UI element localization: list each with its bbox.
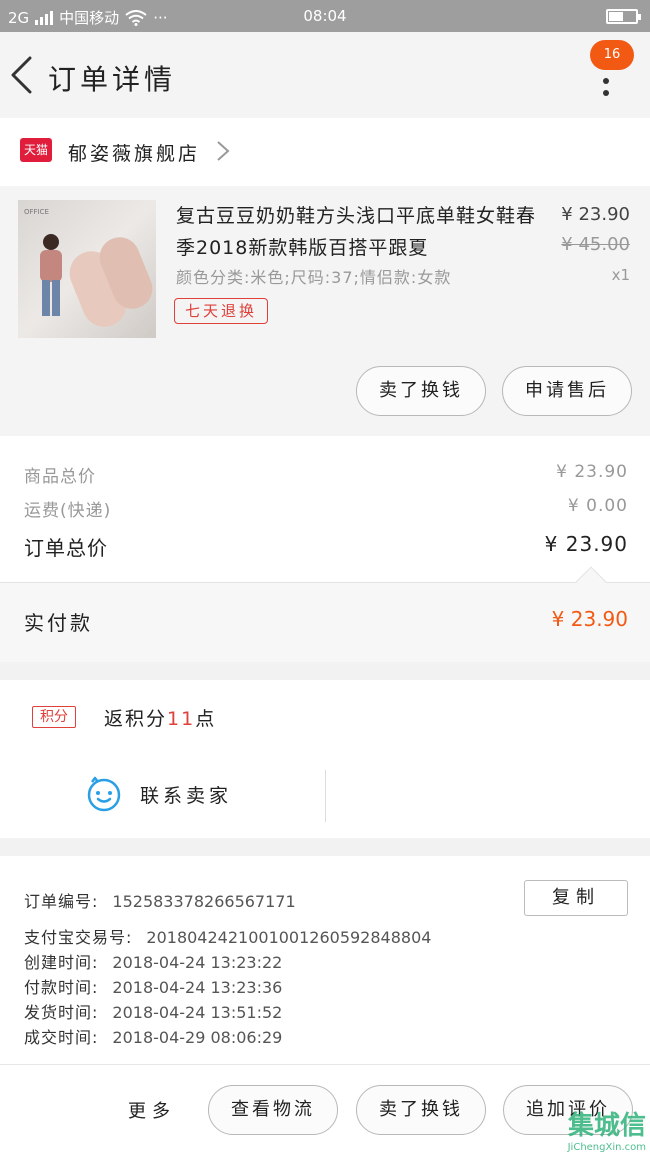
shipped-time-value: 2018-04-24 13:51:52 (112, 1003, 283, 1022)
site-watermark: 集城信 JiChengXin.com (568, 1105, 646, 1153)
sell-button[interactable]: 卖了换钱 (356, 366, 486, 416)
order-number-label: 订单编号: (24, 892, 99, 911)
paid-time-label: 付款时间: (24, 978, 99, 997)
back-icon[interactable] (8, 56, 36, 94)
paid-row: 实付款 ¥ 23.90 (0, 566, 650, 662)
completed-time-row: 成交时间: 2018-04-29 08:06:29 (24, 1024, 282, 1048)
goods-total-row: 商品总价 ¥ 23.90 (24, 462, 628, 487)
message-count-badge: 16 (590, 40, 634, 70)
store-link[interactable]: 天猫 郁姿薇旗舰店 (0, 118, 650, 186)
order-total-value: ¥ 23.90 (544, 532, 628, 556)
price-summary: 商品总价 ¥ 23.90 运费(快递) ¥ 0.00 订单总价 ¥ 23.90 … (0, 436, 650, 662)
order-total-label: 订单总价 (24, 536, 108, 560)
product-item[interactable]: OFFICE 复古豆豆奶奶鞋方头浅口平底单鞋女鞋春季2018新款韩版百搭平跟夏 … (0, 186, 650, 436)
shipping-row: 运费(快递) ¥ 0.00 (24, 496, 628, 521)
paid-label: 实付款 (24, 611, 93, 635)
image-caption: OFFICE (24, 208, 49, 216)
chevron-right-icon (216, 140, 230, 167)
order-info-section: 订单编号: 152583378266567171 复制 支付宝交易号: 201804… (0, 856, 650, 1064)
chat-bubble-icon (86, 776, 122, 812)
action-footer: 更多 查看物流 卖了换钱 追加评价 集城信 JiChengXin.com (0, 1064, 650, 1155)
watermark-logo: 集城信 (567, 1111, 646, 1141)
completed-time-label: 成交时间: (24, 1028, 99, 1047)
order-number-row: 订单编号: 152583378266567171 (24, 888, 296, 912)
completed-time-value: 2018-04-29 08:06:29 (112, 1028, 283, 1047)
nav-header: 订单详情 16 (0, 32, 650, 118)
created-time-label: 创建时间: (24, 953, 99, 972)
battery-icon (606, 9, 641, 24)
points-tag: 积分 (32, 706, 76, 728)
view-logistics-button[interactable]: 查看物流 (208, 1085, 338, 1135)
store-name: 郁姿薇旗舰店 (68, 143, 201, 165)
shipping-label: 运费(快递) (24, 501, 112, 521)
paid-time-value: 2018-04-24 13:23:36 (112, 978, 283, 997)
points-suffix: 点 (195, 708, 217, 730)
alipay-trade-value: 2018042421001001260592848804 (146, 928, 432, 947)
product-title[interactable]: 复古豆豆奶奶鞋方头浅口平底单鞋女鞋春季2018新款韩版百搭平跟夏 (176, 200, 548, 264)
points-section: 积分 返积分11点 联系卖家 (0, 680, 650, 838)
clock: 08:04 (303, 7, 347, 25)
shipped-time-label: 发货时间: (24, 1003, 99, 1022)
copy-button[interactable]: 复制 (524, 880, 628, 916)
points-value: 11 (167, 708, 196, 730)
alipay-trade-label: 支付宝交易号: (24, 928, 133, 947)
page-title: 订单详情 (48, 63, 177, 96)
more-dots-icon (603, 78, 609, 84)
points-text: 返积分11点 (104, 704, 216, 731)
shipped-time-row: 发货时间: 2018-04-24 13:51:52 (24, 999, 282, 1023)
shipping-value: ¥ 0.00 (567, 496, 628, 516)
model-figure (40, 234, 62, 316)
product-original-price: ¥ 45.00 (561, 234, 630, 255)
pointer-notch (575, 566, 607, 598)
after-sale-button[interactable]: 申请售后 (502, 366, 632, 416)
more-menu-button[interactable]: 16 (588, 40, 634, 98)
product-image[interactable]: OFFICE (18, 200, 156, 338)
product-quantity: x1 (611, 266, 630, 284)
more-actions-button[interactable]: 更多 (128, 1097, 176, 1123)
paid-value: ¥ 23.90 (551, 607, 628, 631)
product-price: ¥ 23.90 (561, 204, 630, 225)
created-time-value: 2018-04-24 13:23:22 (112, 953, 283, 972)
order-total-row: 订单总价 ¥ 23.90 (24, 532, 628, 561)
goods-total-label: 商品总价 (24, 467, 96, 487)
tmall-logo: 天猫 (20, 138, 52, 162)
divider (325, 770, 326, 822)
created-time-row: 创建时间: 2018-04-24 13:23:22 (24, 949, 282, 973)
sell-again-button[interactable]: 卖了换钱 (356, 1085, 486, 1135)
alipay-trade-row: 支付宝交易号: 2018042421001001260592848804 (24, 924, 431, 948)
return-policy-tag: 七天退换 (174, 298, 269, 324)
contact-seller-button[interactable]: 联系卖家 (86, 776, 232, 812)
contact-seller-label: 联系卖家 (140, 784, 233, 807)
paid-time-row: 付款时间: 2018-04-24 13:23:36 (24, 974, 282, 998)
watermark-url: JiChengXin.com (567, 1142, 646, 1153)
order-number-value: 152583378266567171 (112, 892, 296, 911)
product-spec: 颜色分类:米色;尺码:37;情侣款:女款 (176, 268, 452, 287)
more-dot (603, 90, 609, 96)
status-bar: 2G 中国移动 ··· 08:04 (0, 0, 650, 32)
points-prefix: 返积分 (104, 708, 168, 730)
goods-total-value: ¥ 23.90 (556, 462, 628, 482)
